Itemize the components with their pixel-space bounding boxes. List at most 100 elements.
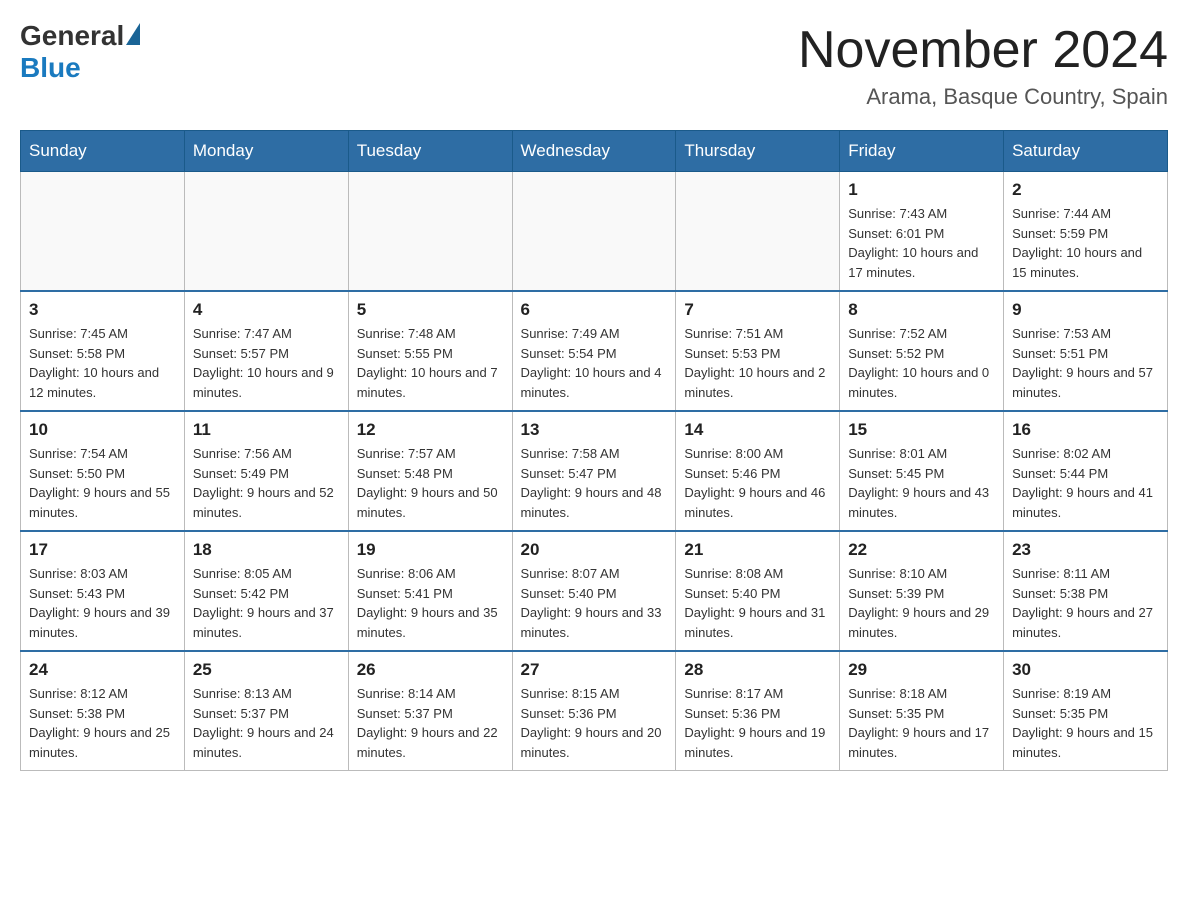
day-number: 26 [357, 660, 504, 680]
calendar-week-row: 3 Sunrise: 7:45 AMSunset: 5:58 PMDaylight… [21, 291, 1168, 411]
calendar-day-cell: 15 Sunrise: 8:01 AMSunset: 5:45 PMDayligh… [840, 411, 1004, 531]
calendar-header-row: SundayMondayTuesdayWednesdayThursdayFrid… [21, 131, 1168, 172]
calendar-day-cell: 25 Sunrise: 8:13 AMSunset: 5:37 PMDayligh… [184, 651, 348, 771]
calendar-day-cell: 23 Sunrise: 8:11 AMSunset: 5:38 PMDayligh… [1004, 531, 1168, 651]
day-number: 29 [848, 660, 995, 680]
calendar-day-cell: 27Sunrise: 8:15 AMSunset: 5:36 PMDayligh… [512, 651, 676, 771]
day-info: Sunrise: 7:44 AMSunset: 5:59 PMDaylight:… [1012, 204, 1159, 282]
calendar-week-row: 1Sunrise: 7:43 AMSunset: 6:01 PMDaylight… [21, 172, 1168, 292]
calendar-day-cell: 20 Sunrise: 8:07 AMSunset: 5:40 PMDayligh… [512, 531, 676, 651]
day-number: 13 [521, 420, 668, 440]
day-info: Sunrise: 8:11 AMSunset: 5:38 PMDaylight:… [1012, 564, 1159, 642]
day-number: 15 [848, 420, 995, 440]
day-info: Sunrise: 8:10 AMSunset: 5:39 PMDaylight:… [848, 564, 995, 642]
day-info: Sunrise: 8:12 AMSunset: 5:38 PMDaylight:… [29, 684, 176, 762]
day-info: Sunrise: 8:14 AMSunset: 5:37 PMDaylight:… [357, 684, 504, 762]
calendar-week-row: 17Sunrise: 8:03 AMSunset: 5:43 PMDayligh… [21, 531, 1168, 651]
calendar-day-cell: 18 Sunrise: 8:05 AMSunset: 5:42 PMDayligh… [184, 531, 348, 651]
calendar-day-cell: 7 Sunrise: 7:51 AMSunset: 5:53 PMDaylight… [676, 291, 840, 411]
day-info: Sunrise: 7:56 AMSunset: 5:49 PMDaylight:… [193, 444, 340, 522]
calendar-day-cell: 21Sunrise: 8:08 AMSunset: 5:40 PMDayligh… [676, 531, 840, 651]
day-info: Sunrise: 8:19 AMSunset: 5:35 PMDaylight:… [1012, 684, 1159, 762]
calendar-day-cell [348, 172, 512, 292]
day-number: 28 [684, 660, 831, 680]
day-of-week-header: Wednesday [512, 131, 676, 172]
day-info: Sunrise: 8:05 AMSunset: 5:42 PMDaylight:… [193, 564, 340, 642]
day-number: 27 [521, 660, 668, 680]
calendar-day-cell: 19 Sunrise: 8:06 AMSunset: 5:41 PMDayligh… [348, 531, 512, 651]
calendar-day-cell: 10Sunrise: 7:54 AMSunset: 5:50 PMDayligh… [21, 411, 185, 531]
day-number: 2 [1012, 180, 1159, 200]
calendar-day-cell: 22 Sunrise: 8:10 AMSunset: 5:39 PMDayligh… [840, 531, 1004, 651]
calendar-day-cell: 11 Sunrise: 7:56 AMSunset: 5:49 PMDayligh… [184, 411, 348, 531]
day-of-week-header: Thursday [676, 131, 840, 172]
day-number: 19 [357, 540, 504, 560]
calendar-day-cell: 30 Sunrise: 8:19 AMSunset: 5:35 PMDayligh… [1004, 651, 1168, 771]
calendar-day-cell: 13Sunrise: 7:58 AMSunset: 5:47 PMDayligh… [512, 411, 676, 531]
day-number: 4 [193, 300, 340, 320]
day-of-week-header: Friday [840, 131, 1004, 172]
day-info: Sunrise: 7:43 AMSunset: 6:01 PMDaylight:… [848, 204, 995, 282]
day-info: Sunrise: 7:57 AMSunset: 5:48 PMDaylight:… [357, 444, 504, 522]
day-info: Sunrise: 8:06 AMSunset: 5:41 PMDaylight:… [357, 564, 504, 642]
calendar-day-cell: 26 Sunrise: 8:14 AMSunset: 5:37 PMDayligh… [348, 651, 512, 771]
calendar-week-row: 24Sunrise: 8:12 AMSunset: 5:38 PMDayligh… [21, 651, 1168, 771]
logo-triangle-icon [126, 23, 140, 45]
calendar-table: SundayMondayTuesdayWednesdayThursdayFrid… [20, 130, 1168, 771]
calendar-day-cell: 6Sunrise: 7:49 AMSunset: 5:54 PMDaylight… [512, 291, 676, 411]
day-of-week-header: Monday [184, 131, 348, 172]
day-of-week-header: Saturday [1004, 131, 1168, 172]
calendar-day-cell [21, 172, 185, 292]
calendar-day-cell: 1Sunrise: 7:43 AMSunset: 6:01 PMDaylight… [840, 172, 1004, 292]
day-of-week-header: Tuesday [348, 131, 512, 172]
day-number: 3 [29, 300, 176, 320]
day-number: 16 [1012, 420, 1159, 440]
day-info: Sunrise: 8:17 AMSunset: 5:36 PMDaylight:… [684, 684, 831, 762]
day-number: 20 [521, 540, 668, 560]
day-info: Sunrise: 7:54 AMSunset: 5:50 PMDaylight:… [29, 444, 176, 522]
title-section: November 2024 Arama, Basque Country, Spa… [798, 20, 1168, 110]
day-number: 7 [684, 300, 831, 320]
calendar-day-cell: 4 Sunrise: 7:47 AMSunset: 5:57 PMDaylight… [184, 291, 348, 411]
calendar-day-cell: 12Sunrise: 7:57 AMSunset: 5:48 PMDayligh… [348, 411, 512, 531]
day-info: Sunrise: 7:45 AMSunset: 5:58 PMDaylight:… [29, 324, 176, 402]
calendar-day-cell: 24Sunrise: 8:12 AMSunset: 5:38 PMDayligh… [21, 651, 185, 771]
calendar-day-cell: 3 Sunrise: 7:45 AMSunset: 5:58 PMDaylight… [21, 291, 185, 411]
day-number: 22 [848, 540, 995, 560]
calendar-day-cell [676, 172, 840, 292]
day-info: Sunrise: 8:00 AMSunset: 5:46 PMDaylight:… [684, 444, 831, 522]
day-info: Sunrise: 7:53 AMSunset: 5:51 PMDaylight:… [1012, 324, 1159, 402]
calendar-week-row: 10Sunrise: 7:54 AMSunset: 5:50 PMDayligh… [21, 411, 1168, 531]
day-info: Sunrise: 7:48 AMSunset: 5:55 PMDaylight:… [357, 324, 504, 402]
day-number: 21 [684, 540, 831, 560]
day-number: 9 [1012, 300, 1159, 320]
day-info: Sunrise: 8:03 AMSunset: 5:43 PMDaylight:… [29, 564, 176, 642]
day-info: Sunrise: 8:07 AMSunset: 5:40 PMDaylight:… [521, 564, 668, 642]
month-title: November 2024 [798, 20, 1168, 80]
calendar-day-cell: 5 Sunrise: 7:48 AMSunset: 5:55 PMDaylight… [348, 291, 512, 411]
logo: General Blue [20, 20, 140, 84]
calendar-day-cell: 9 Sunrise: 7:53 AMSunset: 5:51 PMDaylight… [1004, 291, 1168, 411]
day-number: 30 [1012, 660, 1159, 680]
day-info: Sunrise: 7:51 AMSunset: 5:53 PMDaylight:… [684, 324, 831, 402]
day-number: 5 [357, 300, 504, 320]
day-of-week-header: Sunday [21, 131, 185, 172]
location-text: Arama, Basque Country, Spain [798, 84, 1168, 110]
day-number: 25 [193, 660, 340, 680]
day-number: 11 [193, 420, 340, 440]
day-info: Sunrise: 7:47 AMSunset: 5:57 PMDaylight:… [193, 324, 340, 402]
calendar-day-cell: 2 Sunrise: 7:44 AMSunset: 5:59 PMDaylight… [1004, 172, 1168, 292]
day-info: Sunrise: 8:13 AMSunset: 5:37 PMDaylight:… [193, 684, 340, 762]
day-number: 8 [848, 300, 995, 320]
day-number: 14 [684, 420, 831, 440]
calendar-day-cell [184, 172, 348, 292]
day-number: 23 [1012, 540, 1159, 560]
page-header: General Blue November 2024 Arama, Basque… [20, 20, 1168, 110]
day-info: Sunrise: 8:02 AMSunset: 5:44 PMDaylight:… [1012, 444, 1159, 522]
logo-blue-text: Blue [20, 52, 81, 84]
day-info: Sunrise: 8:01 AMSunset: 5:45 PMDaylight:… [848, 444, 995, 522]
calendar-day-cell [512, 172, 676, 292]
day-number: 18 [193, 540, 340, 560]
calendar-day-cell: 28 Sunrise: 8:17 AMSunset: 5:36 PMDayligh… [676, 651, 840, 771]
day-info: Sunrise: 7:49 AMSunset: 5:54 PMDaylight:… [521, 324, 668, 402]
